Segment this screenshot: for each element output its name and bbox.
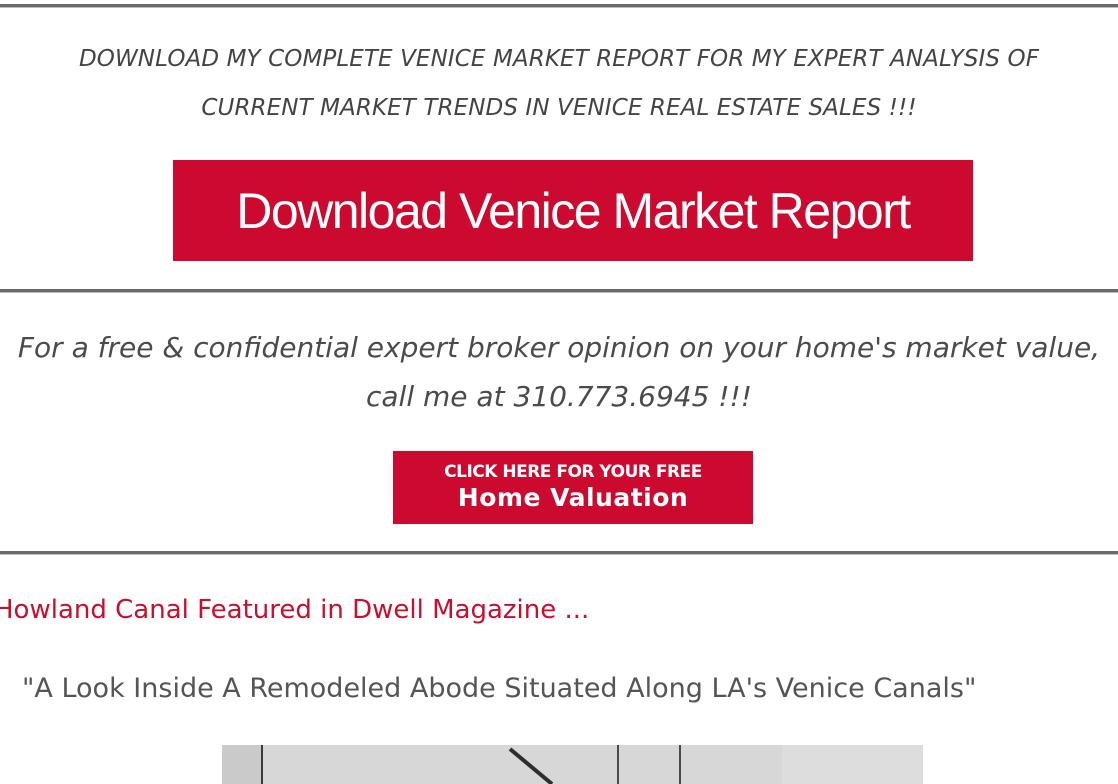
home-valuation-button-big-text: Home Valuation xyxy=(457,482,689,512)
valuation-text-line2: call me at 310.773.6945 !!! xyxy=(366,380,752,413)
article-photo xyxy=(222,745,923,784)
article-title-link[interactable]: Howland Canal Featured in Dwell Magazine… xyxy=(0,595,589,625)
top-divider xyxy=(0,4,1118,8)
section-divider-1 xyxy=(0,289,1118,293)
section-divider-2 xyxy=(0,551,1118,555)
market-report-text-line1: DOWNLOAD MY COMPLETE VENICE MARKET REPOR… xyxy=(78,46,1040,72)
article-quote: "A Look Inside A Remodeled Abode Situate… xyxy=(22,673,977,704)
home-valuation-button[interactable]: CLICK HERE FOR YOUR FREE Home Valuation xyxy=(393,451,753,524)
home-valuation-button-small-text: CLICK HERE FOR YOUR FREE xyxy=(444,461,702,482)
market-report-text-line2: CURRENT MARKET TRENDS IN VENICE REAL EST… xyxy=(201,95,917,121)
download-market-report-button[interactable]: Download Venice Market Report xyxy=(173,160,973,261)
download-market-report-label: Download Venice Market Report xyxy=(236,182,911,239)
article-photo-image xyxy=(222,745,923,784)
valuation-text-line1: For a free & confidential expert broker … xyxy=(17,331,1101,364)
